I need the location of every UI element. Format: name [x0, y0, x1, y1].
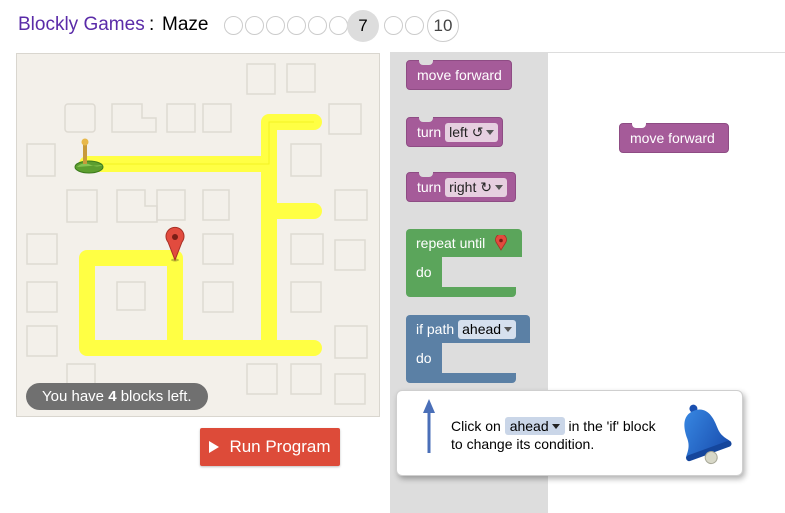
- if-block-footer: [406, 373, 516, 383]
- blocks-remaining-badge: You have 4 blocks left.: [26, 383, 208, 410]
- up-arrow-icon: [423, 399, 435, 453]
- toolbox-turn-left-block[interactable]: turn left ↺: [406, 117, 503, 147]
- header: Blockly Games : Maze 7 10: [0, 0, 785, 53]
- level-current[interactable]: 7: [347, 10, 379, 42]
- bell-icon: [684, 404, 732, 465]
- block-notch: [632, 123, 646, 128]
- run-program-label: Run Program: [229, 437, 331, 456]
- turn-label: turn: [417, 124, 442, 140]
- hint-text-before: Click on: [451, 418, 505, 434]
- hint-ahead-dropdown: ahead: [504, 417, 565, 435]
- level-last[interactable]: 10: [427, 10, 459, 42]
- hint-bubble: Click on ahead in the 'if' block to chan…: [396, 390, 743, 476]
- play-icon: [209, 441, 220, 453]
- turn-left-dropdown[interactable]: left ↺: [445, 123, 499, 142]
- turn-label: turn: [417, 179, 442, 195]
- hint-text: Click on ahead in the 'if' block to chan…: [451, 417, 661, 453]
- dropdown-arrow-icon: [551, 424, 560, 429]
- level-5-dot[interactable]: [308, 16, 327, 35]
- repeat-label: repeat until: [416, 235, 486, 251]
- block-notch: [419, 60, 433, 65]
- toolbox-if-path-block[interactable]: if path ahead do: [406, 315, 530, 383]
- dropdown-arrow-icon: [486, 130, 495, 135]
- dropdown-arrow-icon: [494, 185, 503, 190]
- marker-icon: [495, 233, 508, 251]
- toolbox-turn-right-block[interactable]: turn right ↻: [406, 172, 516, 202]
- blocks-left-prefix: You have: [42, 388, 109, 405]
- block-notch: [419, 117, 433, 122]
- if-block-header: if path ahead: [406, 315, 530, 343]
- toolbox-repeat-until-block[interactable]: repeat until do: [406, 229, 522, 297]
- level-8-dot[interactable]: [384, 16, 403, 35]
- hint-dropdown-label: ahead: [509, 418, 549, 434]
- toolbox-move-forward-block[interactable]: move forward: [406, 60, 512, 90]
- maze-board: [16, 53, 380, 417]
- level-3-dot[interactable]: [266, 16, 285, 35]
- repeat-do-label: do: [406, 257, 442, 287]
- player-icon: [74, 138, 104, 174]
- level-2-dot[interactable]: [245, 16, 264, 35]
- repeat-block-footer: [406, 287, 516, 297]
- if-path-label: if path: [416, 321, 455, 337]
- turn-right-dropdown[interactable]: right ↻: [445, 178, 507, 197]
- level-9-dot[interactable]: [405, 16, 424, 35]
- turn-right-option: right ↻: [449, 179, 492, 195]
- if-statement-slot: [442, 343, 516, 373]
- move-forward-label: move forward: [417, 67, 502, 83]
- brand-link[interactable]: Blockly Games: [18, 14, 145, 36]
- blocks-left-count: 4: [108, 388, 117, 405]
- repeat-block-header: repeat until: [406, 229, 522, 257]
- if-condition-option: ahead: [462, 321, 502, 337]
- blocks-left-suffix: blocks left.: [116, 388, 192, 405]
- level-6-dot[interactable]: [329, 16, 348, 35]
- level-4-dot[interactable]: [287, 16, 306, 35]
- block-notch: [419, 172, 433, 177]
- maze-drawing: [26, 63, 368, 405]
- maze-path: [79, 114, 322, 356]
- level-1-dot[interactable]: [224, 16, 243, 35]
- repeat-statement-slot: [442, 257, 516, 287]
- title-separator: :: [149, 14, 155, 35]
- game-title: Maze: [162, 14, 209, 35]
- if-do-label: do: [406, 343, 442, 373]
- if-condition-dropdown[interactable]: ahead: [458, 320, 517, 339]
- workspace-move-forward-block[interactable]: move forward: [619, 123, 729, 153]
- dropdown-arrow-icon: [504, 327, 513, 332]
- run-program-button[interactable]: Run Program: [200, 428, 340, 466]
- turn-left-option: left ↺: [449, 124, 484, 140]
- move-forward-label: move forward: [630, 130, 715, 146]
